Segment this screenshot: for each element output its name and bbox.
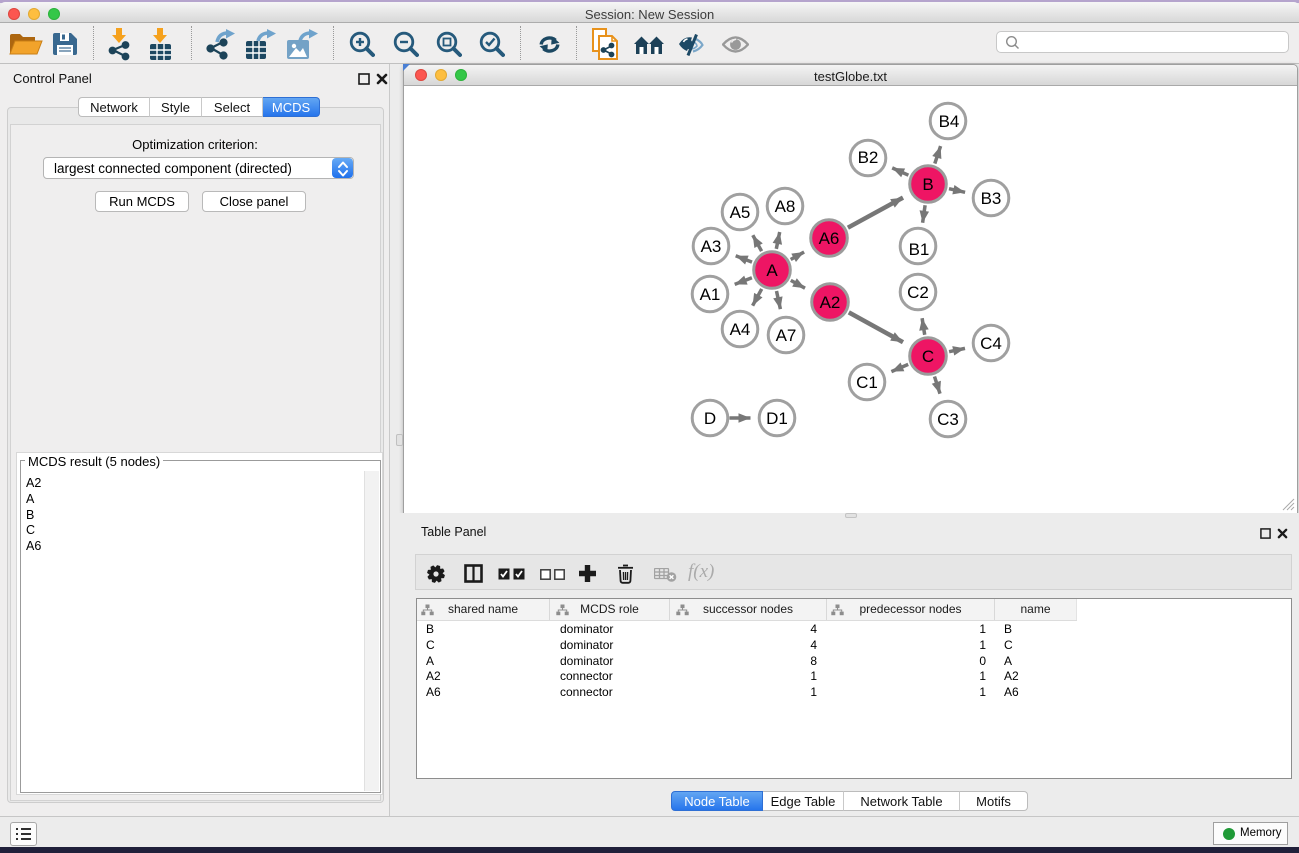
svg-text:C4: C4 (980, 334, 1002, 353)
svg-text:A7: A7 (776, 326, 797, 345)
svg-text:A1: A1 (700, 285, 721, 304)
svg-text:A4: A4 (730, 320, 751, 339)
svg-text:A8: A8 (775, 197, 796, 216)
svg-text:B2: B2 (858, 148, 879, 167)
svg-text:C1: C1 (856, 373, 878, 392)
svg-text:A3: A3 (701, 237, 722, 256)
svg-text:B3: B3 (981, 189, 1002, 208)
svg-text:B1: B1 (909, 240, 930, 259)
svg-text:A6: A6 (819, 229, 840, 248)
svg-text:A: A (766, 261, 778, 280)
svg-text:B: B (922, 175, 933, 194)
svg-text:C3: C3 (937, 410, 959, 429)
svg-text:B4: B4 (939, 112, 960, 131)
svg-text:C2: C2 (907, 283, 929, 302)
svg-text:A2: A2 (820, 293, 841, 312)
svg-text:A5: A5 (730, 203, 751, 222)
svg-text:C: C (922, 347, 934, 366)
svg-text:D1: D1 (766, 409, 788, 428)
svg-text:D: D (704, 409, 716, 428)
